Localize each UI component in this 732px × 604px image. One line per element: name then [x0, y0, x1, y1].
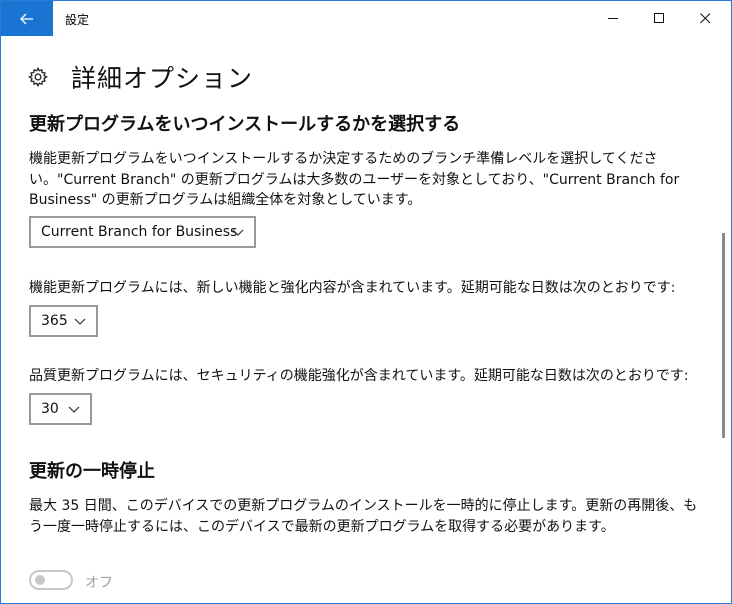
pause-description: 最大 35 日間、このデバイスでの更新プログラムのインストールを一時的に停止しま…	[29, 498, 698, 535]
gear-icon	[28, 66, 48, 88]
quality-deferral-value: 30	[41, 401, 59, 417]
pause-section-heading: 更新の一時停止	[29, 461, 155, 482]
maximize-icon	[653, 13, 664, 23]
back-button[interactable]	[1, 1, 53, 36]
chevron-down-icon	[68, 406, 80, 413]
vertical-scrollbar[interactable]	[722, 233, 725, 438]
page-header: 詳細オプション	[27, 59, 253, 95]
chevron-down-icon	[232, 229, 244, 236]
close-button[interactable]	[682, 1, 728, 36]
branch-section-heading: 更新プログラムをいつインストールするかを選択する	[29, 114, 461, 135]
branch-dropdown-value: Current Branch for Business	[41, 224, 238, 240]
back-arrow-icon	[20, 13, 33, 24]
pause-updates-toggle[interactable]	[29, 570, 73, 590]
quality-updates-description: 品質更新プログラムには、セキュリティの機能強化が含まれています。延期可能な日数は…	[29, 368, 689, 384]
maximize-button[interactable]	[636, 1, 682, 36]
toggle-knob	[35, 575, 45, 585]
feature-updates-description: 機能更新プログラムには、新しい機能と強化内容が含まれています。延期可能な日数は次…	[29, 280, 676, 296]
minimize-button[interactable]	[590, 1, 636, 36]
feature-deferral-dropdown[interactable]: 365	[29, 305, 98, 337]
branch-description: 機能更新プログラムをいつインストールするか決定するためのブランチ準備レベルを選択…	[29, 151, 680, 208]
close-icon	[699, 13, 710, 24]
title-bar: 設定	[1, 1, 731, 36]
window-title: 設定	[65, 13, 90, 27]
settings-window: 設定 詳細オプション 更新プログラムをいつインストールするかを選択する 機能更新…	[0, 0, 732, 604]
quality-deferral-dropdown[interactable]: 30	[29, 393, 92, 425]
branch-readiness-dropdown[interactable]: Current Branch for Business	[29, 216, 256, 248]
minimize-icon	[607, 18, 618, 19]
feature-deferral-value: 365	[41, 313, 68, 329]
page-title: 詳細オプション	[71, 64, 254, 93]
chevron-down-icon	[74, 318, 86, 325]
toggle-state-label: オフ	[85, 575, 113, 591]
